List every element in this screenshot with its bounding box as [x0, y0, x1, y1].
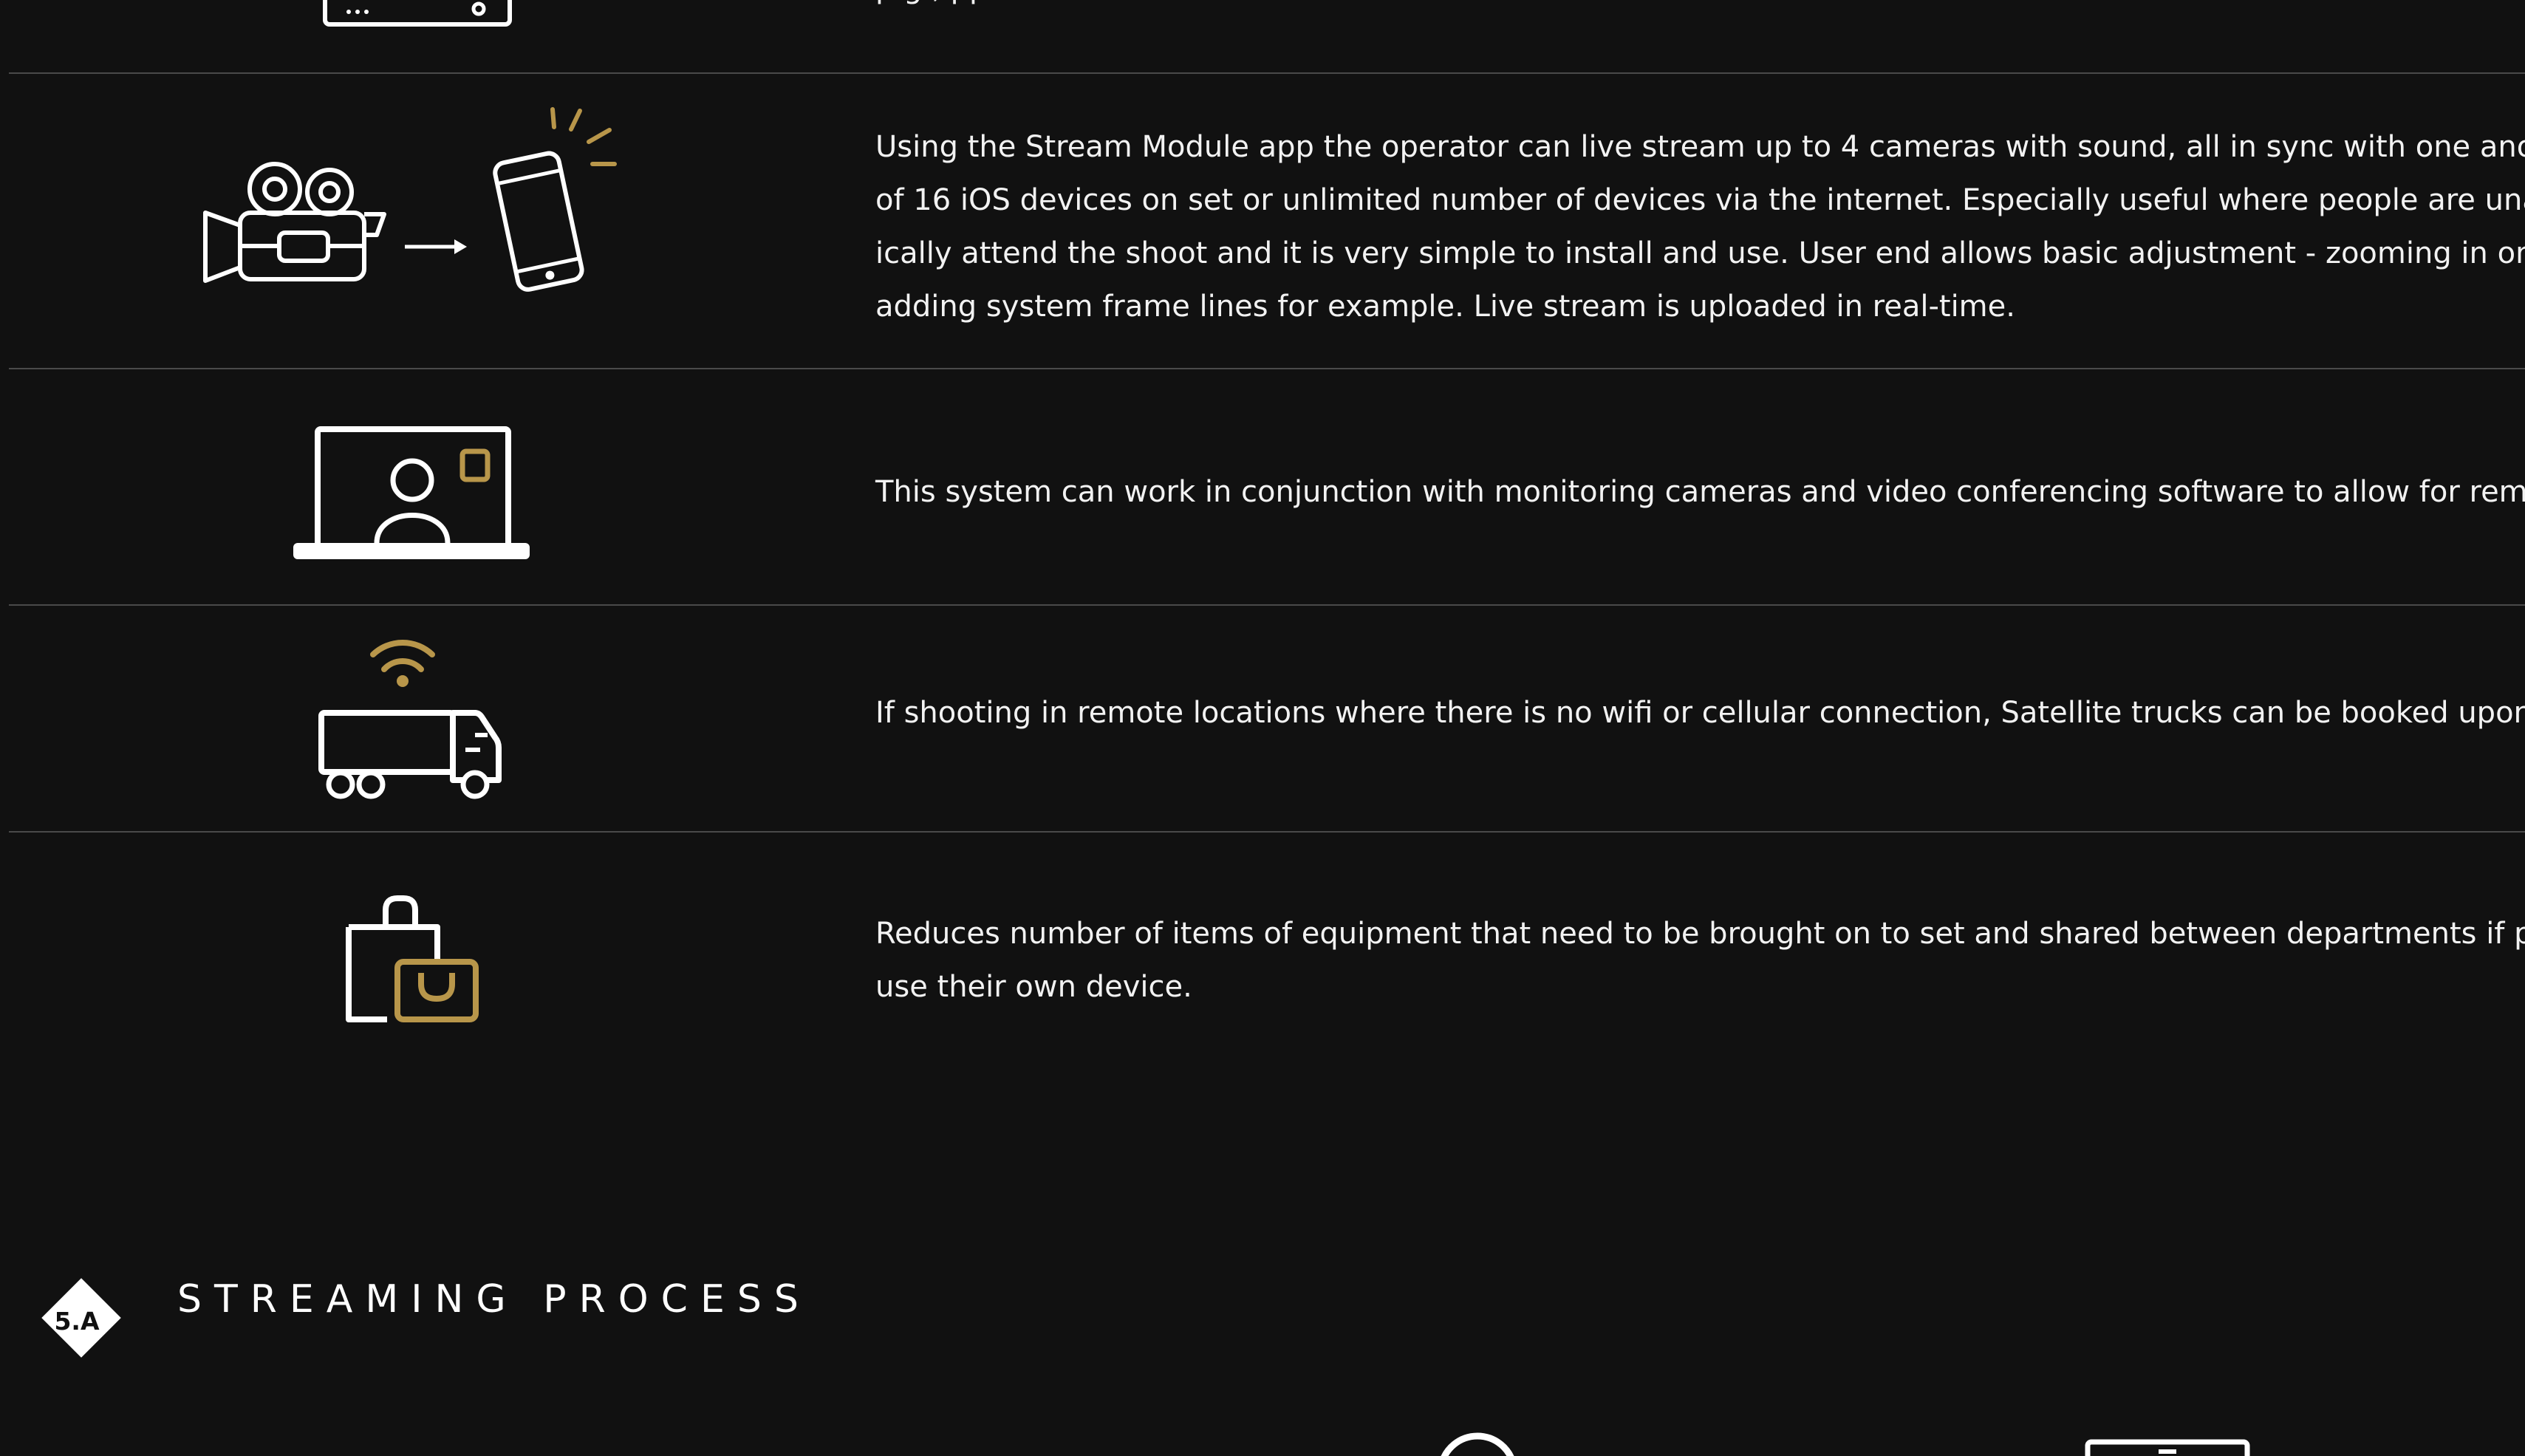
feature-text-line: Using the Stream Module app the operator…: [875, 130, 2525, 164]
top-text-fragment: p g , pp: [875, 0, 2525, 15]
page: p g , pp: [0, 0, 2525, 1456]
monitor-icon: [2085, 1439, 2251, 1456]
feature-text-line: Reduces number of items of equipment tha…: [875, 917, 2525, 951]
feature-text-streaming: Using the Stream Module app the operator…: [875, 120, 2525, 333]
feature-text-line: of 16 iOS devices on set or unlimited nu…: [875, 183, 2525, 217]
feature-text-line: If shooting in remote locations where th…: [875, 696, 2525, 730]
shopping-bags-icon: [341, 894, 489, 1027]
section-title: STREAMING PROCESS: [177, 1277, 811, 1322]
feature-text-line: This system can work in conjunction with…: [875, 475, 2525, 509]
feature-text-line: use their own device.: [875, 970, 1192, 1004]
section-number-badge: 5.A: [37, 1274, 121, 1358]
section-number: 5.A: [54, 1306, 100, 1336]
feature-text-satellite: If shooting in remote locations where th…: [875, 686, 2525, 739]
circle-icon: [1437, 1432, 1518, 1456]
device-box-icon: [318, 0, 517, 30]
feature-text-line: adding system frame lines for example. L…: [875, 290, 2015, 324]
divider: [9, 72, 2525, 74]
satellite-truck-icon: [314, 635, 513, 802]
feature-text-talkback: This system can work in conjunction with…: [875, 465, 2525, 519]
feature-text-line: ically attend the shoot and it is very s…: [875, 236, 2525, 270]
divider: [9, 604, 2525, 606]
divider: [9, 831, 2525, 833]
laptop-video-call-icon: [292, 425, 536, 561]
divider: [9, 368, 2525, 369]
camera-to-phone-icon: [199, 103, 628, 303]
feature-text-equipment: Reduces number of items of equipment tha…: [875, 907, 2525, 1014]
